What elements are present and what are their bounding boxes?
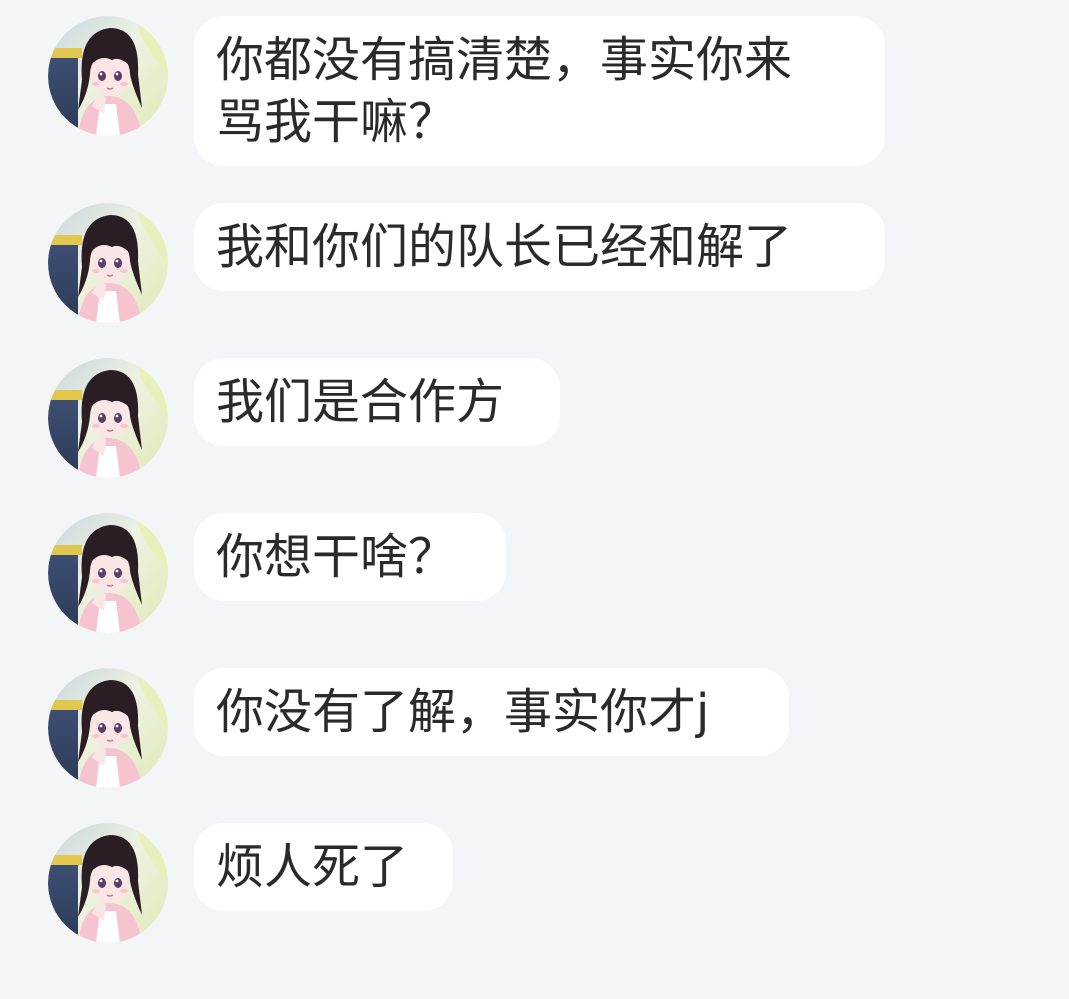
user-avatar[interactable] — [48, 823, 168, 943]
message-bubble[interactable]: 烦人死了 — [194, 823, 453, 911]
message-bubble[interactable]: 你想干啥？ — [194, 513, 506, 601]
user-avatar[interactable] — [48, 358, 168, 478]
user-avatar[interactable] — [48, 16, 168, 136]
user-avatar[interactable] — [48, 513, 168, 633]
user-avatar[interactable] — [48, 203, 168, 323]
message-bubble[interactable]: 我们是合作方 — [194, 358, 560, 446]
user-avatar[interactable] — [48, 668, 168, 788]
message-bubble[interactable]: 我和你们的队长已经和解了 — [194, 203, 885, 291]
chat-message-list[interactable]: 你都没有搞清楚，事实你来 骂我干嘛？ 我和你们的队长已经和解了 我们是合作方 你… — [0, 0, 1069, 999]
message-bubble[interactable]: 你都没有搞清楚，事实你来 骂我干嘛？ — [194, 16, 885, 166]
message-bubble[interactable]: 你没有了解，事实你才j — [194, 668, 789, 756]
